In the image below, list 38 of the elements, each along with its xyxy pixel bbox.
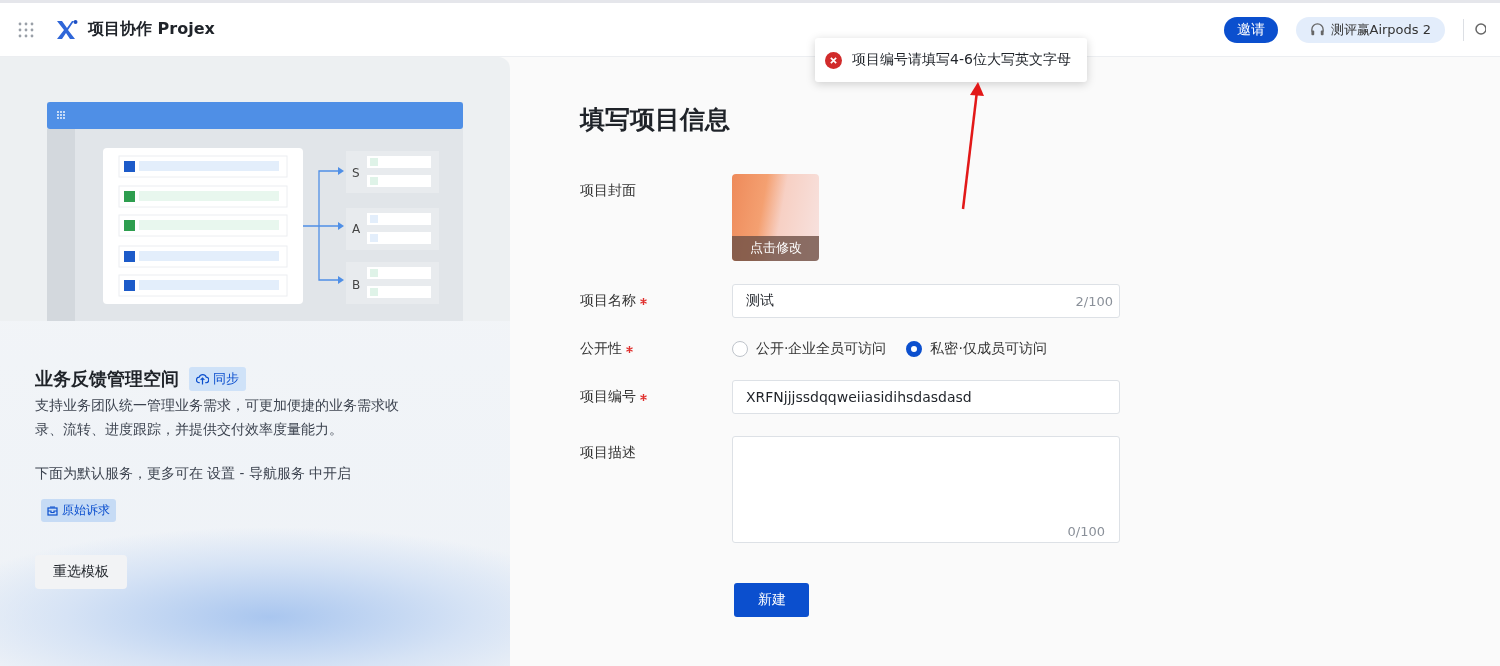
char-counter: 2/100: [1075, 293, 1113, 309]
apps-grid-icon[interactable]: [18, 21, 34, 38]
headphones-icon: [1309, 22, 1325, 37]
toast-message: 项目编号请填写4-6位大写英文字母: [852, 51, 1071, 69]
name-input[interactable]: 测试 2/100: [732, 284, 1120, 318]
inbox-icon: [47, 505, 58, 516]
field-label: 项目编号: [580, 388, 636, 406]
field-label: 公开性: [580, 340, 622, 358]
code-value[interactable]: XRFNjjjssdqqweiiasidihsdasdasd: [746, 389, 1113, 405]
form-heading: 填写项目信息: [580, 104, 731, 136]
branch-label: S: [352, 166, 360, 180]
char-counter: 0/100: [1067, 524, 1105, 539]
name-value[interactable]: 测试: [746, 293, 1076, 309]
visibility-radio[interactable]: 私密·仅成员可访问: [906, 340, 1047, 358]
reselect-template-button[interactable]: 重选模板: [35, 555, 127, 589]
services-note: 下面为默认服务，更多可在 设置 - 导航服务 中开启: [35, 465, 353, 483]
service-tag: 原始诉求: [41, 499, 116, 522]
create-button[interactable]: 新建: [734, 583, 809, 617]
radio-label: 私密·仅成员可访问: [930, 340, 1047, 358]
branch-label: A: [352, 222, 361, 236]
field-label: 项目名称: [580, 292, 636, 310]
radio-label: 公开·企业全员可访问: [756, 340, 887, 358]
code-input[interactable]: XRFNjjjssdqqweiiasidihsdasdasd: [732, 380, 1120, 414]
template-title: 业务反馈管理空间: [35, 367, 179, 391]
visibility-radio[interactable]: 公开·企业全员可访问: [732, 340, 887, 358]
invite-button[interactable]: 邀请: [1223, 16, 1278, 43]
cover-edit-label: 点击修改: [732, 236, 819, 261]
search-icon[interactable]: [1474, 22, 1486, 37]
cloud-upload-icon: [196, 373, 209, 385]
promo-button[interactable]: 测评赢Airpods 2: [1295, 16, 1445, 43]
logo-icon: [56, 19, 78, 40]
branch-label: B: [352, 278, 361, 292]
field-label: 项目封面: [580, 182, 636, 200]
sync-badge: 同步: [189, 367, 246, 391]
template-description: 支持业务团队统一管理业务需求，可更加便捷的业务需求收录、流转、进度跟踪，并提供交付效率度量能力。: [35, 396, 400, 439]
app-name: 项目协作 Projex: [88, 19, 215, 40]
field-label: 项目描述: [580, 444, 636, 462]
cover-image[interactable]: 点击修改: [732, 174, 819, 261]
